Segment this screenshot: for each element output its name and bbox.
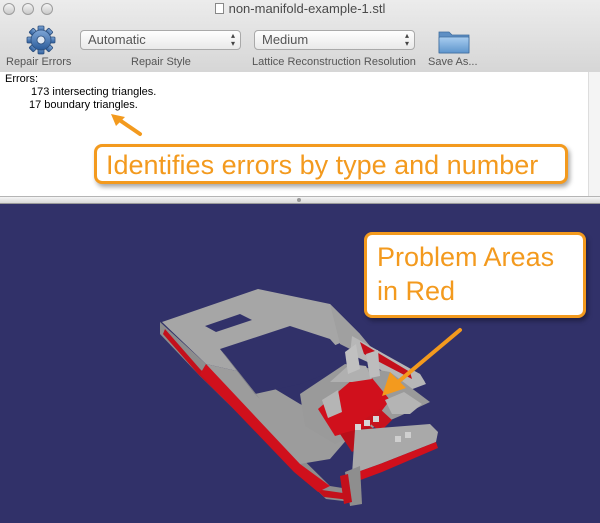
repair-errors-label: Repair Errors <box>6 56 72 68</box>
error-line-intersecting: 173 intersecting triangles. <box>31 86 157 98</box>
resolution-select[interactable]: Medium ▴ ▾ <box>254 30 415 50</box>
window-toolbar: non-manifold-example-1.stl Repair Errors… <box>0 0 600 73</box>
folder-icon <box>438 31 470 54</box>
repair-style-label: Repair Style <box>131 56 191 68</box>
window-title: non-manifold-example-1.stl <box>228 1 386 16</box>
split-divider[interactable] <box>0 196 600 204</box>
error-types-callout-text: Identifies errors by type and number <box>106 150 539 180</box>
document-icon <box>214 3 224 14</box>
resolution-label: Lattice Reconstruction Resolution <box>252 56 416 68</box>
problem-areas-callout-line2: in Red <box>377 276 456 306</box>
error-line-boundary: 17 boundary triangles. <box>29 99 138 111</box>
window-title-bar: non-manifold-example-1.stl <box>0 1 600 16</box>
annotation-arrow-icon <box>111 114 142 136</box>
repair-style-value: Automatic <box>88 32 146 47</box>
model-viewport[interactable]: Problem Areas in Red <box>0 204 600 523</box>
save-as-label: Save As... <box>428 56 478 68</box>
problem-area-arrow-icon <box>382 328 462 396</box>
select-arrows-icon: ▴ ▾ <box>404 31 409 48</box>
repair-style-select[interactable]: Automatic ▴ ▾ <box>80 30 241 50</box>
gear-icon <box>26 25 56 55</box>
errors-pane: Errors: 173 intersecting triangles. 17 b… <box>0 72 600 196</box>
problem-areas-callout-line1: Problem Areas <box>377 242 555 272</box>
errors-heading: Errors: <box>5 73 38 85</box>
error-types-callout: Identifies errors by type and number <box>94 144 568 184</box>
divider-grip-icon <box>297 198 301 202</box>
problem-areas-callout: Problem Areas in Red <box>364 232 586 318</box>
resolution-value: Medium <box>262 32 309 47</box>
select-arrows-icon: ▴ ▾ <box>230 31 235 48</box>
errors-scrollbar[interactable] <box>588 72 600 196</box>
